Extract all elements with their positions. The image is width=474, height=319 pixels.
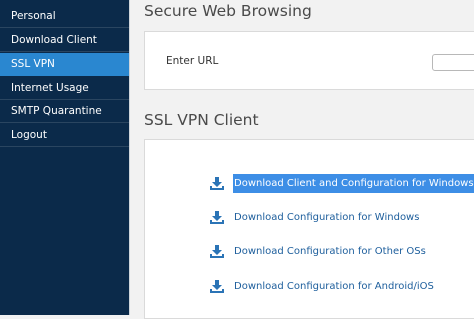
secure-browsing-panel: Enter URL [144,31,474,90]
sidebar-item-smtp-quarantine[interactable]: SMTP Quarantine [0,100,129,123]
sidebar-divider [129,0,130,315]
vpn-client-panel: Download Client and Configuration for Wi… [144,139,474,319]
sidebar-nav: Personal Download Client SSL VPN Interne… [0,0,129,315]
sidebar-item-download-client[interactable]: Download Client [0,29,129,52]
sidebar-item-ssl-vpn[interactable]: SSL VPN [0,53,129,76]
download-link-label: Download Configuration for Other OSs [234,246,426,257]
secure-browsing-title: Secure Web Browsing [144,2,312,20]
sidebar-item-personal[interactable]: Personal [0,5,129,28]
download-link-label: Download Configuration for Android/iOS [234,281,434,292]
sidebar-item-logout[interactable]: Logout [0,124,129,147]
url-input[interactable] [432,54,474,71]
sidebar-item-internet-usage[interactable]: Internet Usage [0,77,129,100]
url-label: Enter URL [166,55,219,67]
download-icon [210,280,224,293]
download-icon [210,211,224,224]
vpn-client-title: SSL VPN Client [144,111,259,129]
download-link-label: Download Client and Configuration for Wi… [233,174,474,193]
download-icon [210,245,224,258]
download-link-label: Download Configuration for Windows [234,212,420,223]
download-icon [210,177,224,190]
